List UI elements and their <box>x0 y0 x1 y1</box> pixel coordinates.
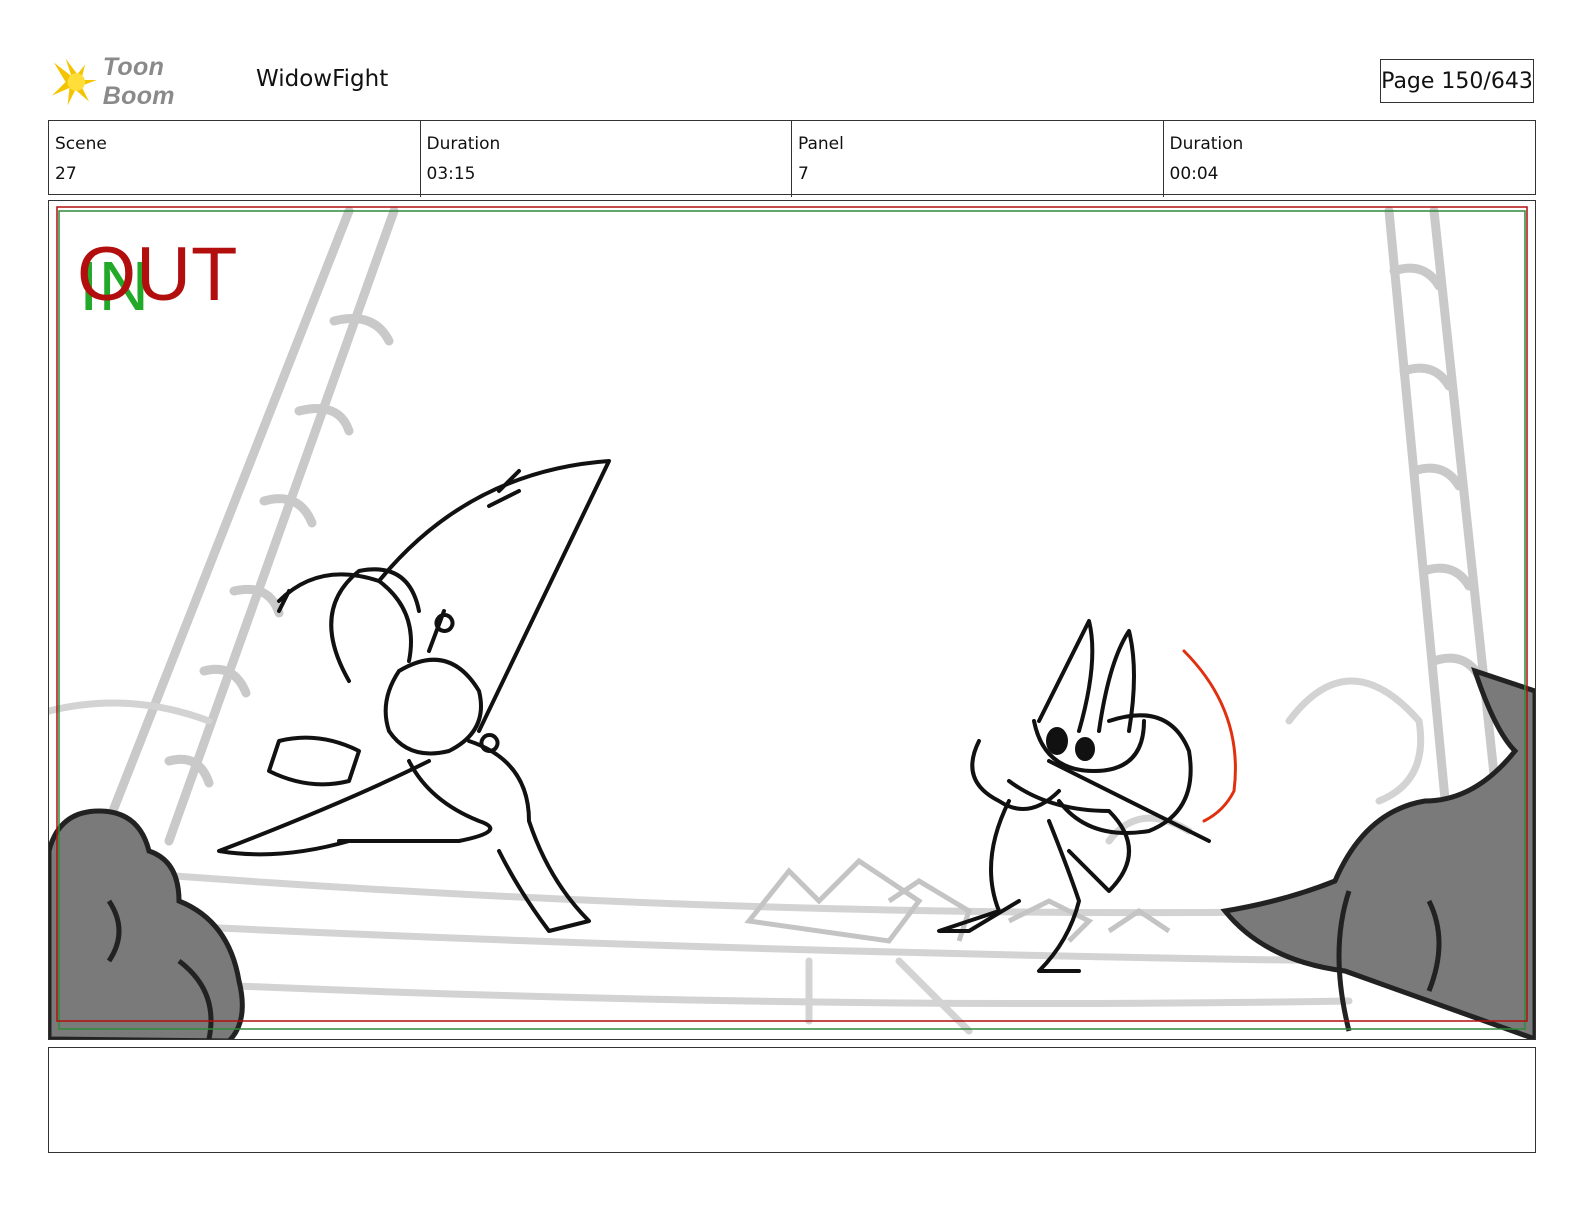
panel-duration-cell: Duration 00:04 <box>1164 121 1536 197</box>
scene-duration-label: Duration <box>426 134 501 154</box>
page-indicator: Page 150/643 <box>1380 59 1534 103</box>
caption-box <box>48 1047 1536 1153</box>
panel-label: Panel <box>798 134 844 154</box>
right-character-sketch <box>937 619 1211 973</box>
panel-value: 7 <box>798 164 809 184</box>
scene-duration-value: 03:15 <box>426 164 476 184</box>
scene-value: 27 <box>55 164 77 184</box>
toon-boom-logo: Toon Boom <box>50 53 240 110</box>
scene-label: Scene <box>55 134 107 154</box>
left-rocks <box>49 808 245 1039</box>
right-pillar <box>1384 206 1504 846</box>
scene-duration-cell: Duration 03:15 <box>421 121 792 197</box>
storyboard-panel: IN OUT <box>48 200 1536 1040</box>
logo-text: Toon Boom <box>102 53 175 110</box>
starburst-icon <box>51 58 97 106</box>
scene-info-table: Scene 27 Duration 03:15 Panel 7 Duration… <box>48 120 1536 197</box>
panel-sketch <box>49 206 1535 1039</box>
slash-effect <box>1182 649 1237 823</box>
panel-cell: Panel 7 <box>792 121 1164 197</box>
out-marker: OUT <box>77 232 238 317</box>
panel-duration-label: Duration <box>1169 134 1244 154</box>
in-out-marker: IN OUT <box>77 229 277 322</box>
panel-duration-value: 00:04 <box>1169 164 1219 184</box>
scene-cell: Scene 27 <box>49 121 421 197</box>
project-title: WidowFight <box>256 66 389 92</box>
